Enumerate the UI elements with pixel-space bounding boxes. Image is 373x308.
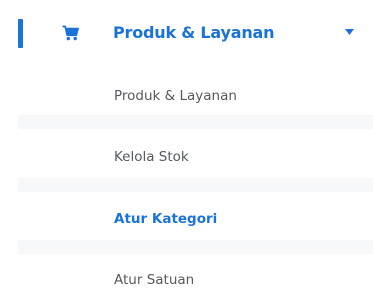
sidebar-menu: Produk & Layanan Produk & Layanan Kelola… — [0, 0, 373, 308]
cart-icon — [62, 25, 79, 41]
menu-parent-produk-layanan[interactable]: Produk & Layanan — [113, 22, 274, 44]
caret-down-icon[interactable] — [345, 29, 354, 35]
submenu-item-label: Produk & Layanan — [114, 88, 237, 104]
submenu-item-produk-layanan[interactable]: Produk & Layanan — [18, 86, 373, 106]
divider — [18, 178, 373, 192]
submenu-item-label: Kelola Stok — [114, 149, 189, 165]
submenu-item-label: Atur Satuan — [114, 272, 195, 288]
divider — [18, 240, 373, 254]
active-indicator — [18, 19, 23, 48]
submenu-item-kelola-stok[interactable]: Kelola Stok — [18, 147, 373, 167]
submenu-item-label: Atur Kategori — [114, 211, 218, 227]
submenu-item-atur-kategori[interactable]: Atur Kategori — [18, 209, 373, 229]
divider — [18, 115, 373, 129]
submenu-item-atur-satuan[interactable]: Atur Satuan — [18, 270, 373, 290]
